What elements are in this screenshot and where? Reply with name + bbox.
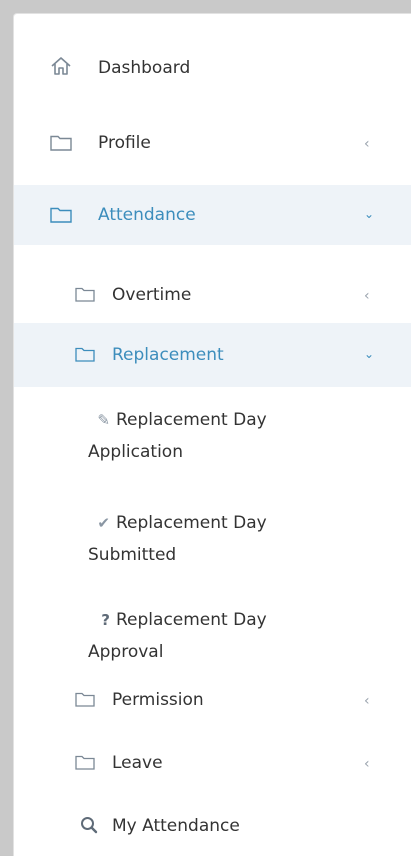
chevron-down-icon: ⌄ (364, 207, 375, 221)
sidebar-item-label: Replacement (112, 345, 224, 365)
folder-icon (75, 692, 95, 707)
folder-icon (50, 207, 72, 223)
menu-item-line1: Replacement Day (116, 513, 267, 533)
sidebar-item-permission[interactable]: Permission ‹ (14, 669, 411, 729)
sidebar-item-profile[interactable]: Profile ‹ (14, 112, 411, 172)
sidebar-item-replacement-day-submitted[interactable]: ✔ Replacement Day Submitted (88, 507, 368, 571)
edit-icon: ✎ (97, 411, 110, 429)
folder-icon (75, 347, 95, 362)
chevron-left-icon: ‹ (364, 288, 370, 304)
sidebar-item-overtime[interactable]: Overtime ‹ (14, 264, 411, 324)
chevron-down-icon: ⌄ (364, 347, 375, 361)
sidebar-item-replacement-day-approval[interactable]: ? Replacement Day Approval (88, 604, 368, 668)
window-frame: Dashboard Profile ‹ Attendance ⌄ Overtim… (0, 0, 411, 856)
sidebar-item-label: Leave (112, 753, 163, 773)
sidebar-item-attendance[interactable]: Attendance ⌄ (14, 185, 411, 245)
sidebar-item-label: Overtime (112, 285, 192, 305)
sidebar-item-replacement[interactable]: Replacement ⌄ (14, 323, 411, 387)
folder-icon (50, 135, 72, 151)
sidebar-menu: Dashboard Profile ‹ Attendance ⌄ Overtim… (13, 13, 411, 856)
question-icon: ? (101, 611, 110, 629)
sidebar-item-leave[interactable]: Leave ‹ (14, 732, 411, 792)
check-icon: ✔ (97, 514, 110, 532)
sidebar-item-label: My Attendance (112, 816, 240, 836)
sidebar-item-label: Permission (112, 690, 204, 710)
sidebar-item-label: Attendance (98, 205, 196, 225)
chevron-left-icon: ‹ (364, 136, 370, 152)
search-icon (81, 817, 98, 834)
menu-item-line2: Application (88, 442, 183, 462)
chevron-left-icon: ‹ (364, 756, 370, 772)
menu-item-line2: Submitted (88, 545, 177, 565)
sidebar-item-label: Profile (98, 133, 151, 153)
sidebar-item-replacement-day-application[interactable]: ✎ Replacement Day Application (88, 404, 368, 468)
sidebar-item-dashboard[interactable]: Dashboard (14, 40, 411, 100)
home-icon (51, 57, 71, 75)
menu-item-line2: Approval (88, 642, 164, 662)
sidebar-item-label: Dashboard (98, 58, 191, 78)
sidebar-item-my-attendance[interactable]: My Attendance (14, 796, 411, 856)
menu-item-line1: Replacement Day (116, 610, 267, 630)
menu-item-line1: Replacement Day (116, 410, 267, 430)
folder-icon (75, 755, 95, 770)
chevron-left-icon: ‹ (364, 693, 370, 709)
folder-icon (75, 287, 95, 302)
